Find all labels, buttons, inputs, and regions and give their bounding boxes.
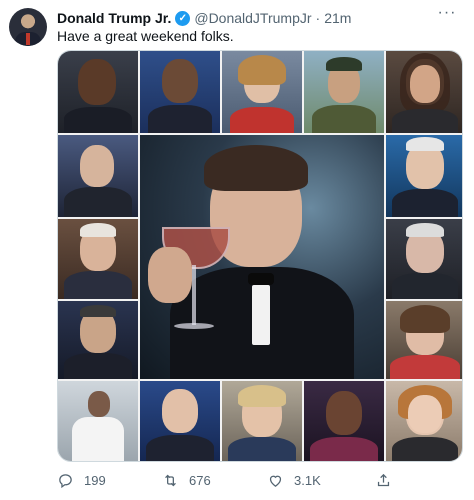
retweet-icon xyxy=(165,474,176,487)
collage-photo xyxy=(222,381,302,461)
share-button[interactable] xyxy=(375,472,392,489)
like-icon xyxy=(269,475,282,487)
tweet-actions: 199 676 3.1K xyxy=(57,472,463,492)
collage-photo xyxy=(58,301,138,379)
collage-photo xyxy=(58,219,138,299)
avatar[interactable] xyxy=(9,8,47,46)
collage-photo xyxy=(58,135,138,217)
separator: · xyxy=(315,10,321,26)
featured-photo xyxy=(140,135,384,379)
collage-photo xyxy=(386,381,462,461)
timestamp[interactable]: 21m xyxy=(324,10,351,26)
verified-badge-icon: ✓ xyxy=(175,10,191,26)
reply-count: 199 xyxy=(84,473,106,488)
tweet-media[interactable] xyxy=(57,50,463,462)
retweet-button[interactable]: 676 xyxy=(162,472,211,489)
collage-photo xyxy=(58,381,138,461)
like-count: 3.1K xyxy=(294,473,321,488)
like-button[interactable]: 3.1K xyxy=(267,472,321,489)
tweet-header: Donald Trump Jr. ✓ @DonaldJTrumpJr · 21m xyxy=(57,9,351,27)
collage-photo xyxy=(386,135,462,217)
author-name[interactable]: Donald Trump Jr. xyxy=(57,10,171,26)
collage-photo xyxy=(386,51,462,133)
tweet-text: Have a great weekend folks. xyxy=(57,28,234,44)
collage-photo xyxy=(304,381,384,461)
collage-photo xyxy=(386,301,462,379)
collage-photo xyxy=(58,51,138,133)
collage-photo xyxy=(140,51,220,133)
more-icon[interactable]: ··· xyxy=(436,5,458,24)
collage-photo xyxy=(140,381,220,461)
collage-photo xyxy=(222,51,302,133)
avatar-tie xyxy=(26,33,30,45)
share-icon xyxy=(377,473,390,487)
author-handle[interactable]: @DonaldJTrumpJr xyxy=(194,10,311,26)
reply-button[interactable]: 199 xyxy=(57,472,106,489)
reply-icon xyxy=(59,474,72,489)
tweet[interactable]: Donald Trump Jr. ✓ @DonaldJTrumpJr · 21m… xyxy=(0,0,474,500)
collage-photo xyxy=(304,51,384,133)
collage-photo xyxy=(386,219,462,299)
retweet-count: 676 xyxy=(189,473,211,488)
